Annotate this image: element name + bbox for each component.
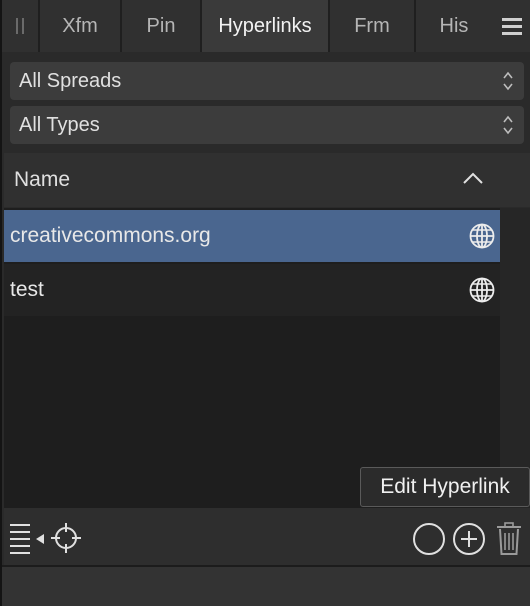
stepper-arrows-icon xyxy=(503,71,513,91)
hyperlink-list: creativecommons.org test xyxy=(4,208,500,508)
tab-frm[interactable]: Frm xyxy=(330,0,416,52)
stepper-arrows-icon xyxy=(503,115,513,135)
circle-icon[interactable] xyxy=(412,522,446,556)
trash-icon[interactable] xyxy=(496,522,522,556)
globe-icon xyxy=(469,277,495,303)
panel-menu-icon[interactable] xyxy=(492,0,530,52)
bottom-toolbar xyxy=(4,508,530,565)
types-dropdown-value: All Types xyxy=(19,113,100,136)
drag-grip-icon[interactable] xyxy=(2,0,40,52)
hyperlink-name: creativecommons.org xyxy=(10,224,211,247)
target-icon[interactable] xyxy=(50,522,82,554)
tab-xfm[interactable]: Xfm xyxy=(40,0,122,52)
hyperlink-name: test xyxy=(10,278,44,301)
add-icon[interactable] xyxy=(452,522,486,556)
spreads-dropdown[interactable]: All Spreads xyxy=(10,62,524,100)
globe-icon xyxy=(469,223,495,249)
column-name-label: Name xyxy=(14,168,71,191)
sort-ascending-icon[interactable] xyxy=(462,171,484,185)
list-item[interactable]: test xyxy=(4,264,500,316)
list-scrollbar[interactable] xyxy=(500,208,530,508)
hyperlinks-panel: Xfm Pin Hyperlinks Frm His All Spreads A… xyxy=(0,0,530,606)
tab-hyperlinks[interactable]: Hyperlinks xyxy=(202,0,330,52)
types-dropdown[interactable]: All Types xyxy=(10,106,524,144)
tab-his[interactable]: His xyxy=(416,0,492,52)
spreads-dropdown-value: All Spreads xyxy=(19,69,122,92)
panel-tab-bar: Xfm Pin Hyperlinks Frm His xyxy=(2,0,530,52)
tooltip-text: Edit Hyperlink xyxy=(380,475,510,498)
tab-pin[interactable]: Pin xyxy=(122,0,202,52)
list-column-header[interactable]: Name xyxy=(4,153,530,207)
list-options-icon[interactable] xyxy=(10,522,46,556)
tooltip: Edit Hyperlink xyxy=(360,467,530,507)
panel-footer xyxy=(2,565,530,606)
list-item[interactable]: creativecommons.org xyxy=(4,210,500,262)
